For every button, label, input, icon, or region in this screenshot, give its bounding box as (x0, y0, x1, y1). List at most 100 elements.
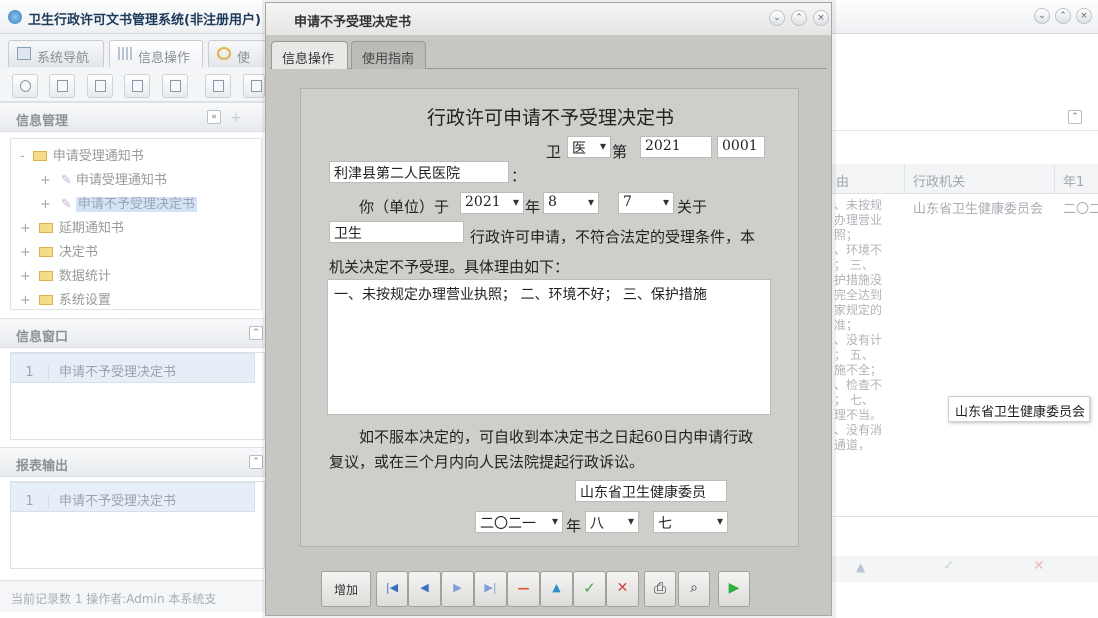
reason-line: ； 七、 (834, 393, 874, 407)
folder-icon (38, 271, 53, 281)
print-button[interactable]: ⎙ (644, 571, 676, 607)
edit-button[interactable]: ▲ (540, 571, 573, 607)
sign-year-select[interactable]: 二〇二一 (475, 511, 563, 533)
export-tool-button[interactable] (205, 74, 231, 98)
check-icon[interactable]: ✓ (943, 558, 955, 574)
tree-item-extension-notice[interactable]: + 延期通知书 (20, 217, 124, 236)
reason-line: ； 五、 (834, 348, 874, 362)
tree-item-apply-notice[interactable]: + ✎ 申请受理通知书 (40, 169, 167, 188)
tab-guide[interactable]: 使用指南 (351, 41, 426, 69)
grid-icon (118, 47, 132, 60)
col-header-agency: 行政机关 (913, 175, 966, 190)
table-cell-agency: 山东省卫生健康委员会 (913, 202, 1044, 217)
status-bar: 当前记录数 1 操作者:Admin 本系统支 (0, 580, 265, 612)
collapse-up-icon[interactable]: ⌃ (249, 455, 263, 469)
up-icon: ▲ (552, 581, 561, 594)
export-icon (213, 80, 224, 92)
maximize-icon[interactable]: ⌃ (1055, 8, 1071, 24)
folder-icon (38, 247, 53, 257)
close-icon[interactable]: × (1076, 8, 1092, 24)
collapse-up-icon[interactable]: ⌃ (249, 326, 263, 340)
printer-icon (251, 80, 262, 92)
minimize-icon[interactable]: ⌄ (1034, 8, 1050, 24)
list-tool-button[interactable] (49, 74, 75, 98)
sign-month-select[interactable]: 八 (585, 511, 639, 533)
minus-icon: — (517, 581, 530, 595)
add-icon[interactable]: + (230, 110, 242, 126)
next-record-button[interactable]: ▶ (441, 571, 474, 607)
sentence-line-1: 行政许可申请，不符合法定的受理条件，本 (470, 228, 756, 246)
divider (904, 164, 905, 194)
tool-icon: ✎ (60, 173, 72, 188)
tooltip: 山东省卫生健康委员会 (948, 396, 1090, 422)
reason-line: 完全达到 (834, 288, 883, 302)
reasons-textarea[interactable]: 一、未按规定办理营业执照； 二、环境不好； 三、保护措施 (327, 279, 771, 415)
type-select[interactable]: 医 (567, 136, 611, 158)
delete-button[interactable]: — (507, 571, 540, 607)
tree-item-reject-decision[interactable]: + ✎ 申请不予受理决定书 (40, 193, 197, 212)
search-tool-button[interactable] (12, 74, 38, 98)
doc-year-input[interactable]: 2021 (640, 136, 712, 158)
cancel-button[interactable]: ✕ (606, 571, 639, 607)
applicant-input[interactable]: 利津县第二人民医院 (329, 161, 509, 183)
table-cell-reason: 、未按规 办理营业 照； 、环境不； 三、 护措施没 完全达到 家规定的 准； 、没有计； 五、… (834, 198, 904, 453)
list-item[interactable]: 1 申请不予受理决定书 (10, 353, 255, 383)
tree-item-apply-notice-group[interactable]: - 申请受理通知书 (20, 145, 144, 164)
last-record-button[interactable]: ▶| (474, 571, 507, 607)
apply-year-select[interactable]: 2021 (460, 192, 524, 214)
doc-seq-input[interactable]: 0001 (717, 136, 765, 158)
tab-info-ops[interactable]: 信息操作 (109, 40, 203, 67)
apply-month-select[interactable]: 8 (543, 192, 599, 214)
cross-icon: ✕ (616, 580, 629, 596)
preview-button[interactable]: ⌕ (678, 571, 710, 607)
prefix-label: 卫 (546, 143, 562, 161)
tab-system-nav[interactable]: 系统导航 (8, 40, 104, 67)
tree-item-settings[interactable]: + 系统设置 (20, 289, 111, 308)
tree-item-statistics[interactable]: + 数据统计 (20, 265, 111, 284)
close-icon[interactable]: × (813, 10, 829, 26)
reason-line: 办理营业 (834, 213, 883, 227)
reason-line: 护措施没 (834, 273, 883, 287)
run-button[interactable]: ▶ (718, 571, 750, 607)
col-header-reason: 由 (836, 175, 850, 190)
maximize-icon[interactable]: ⌃ (791, 10, 807, 26)
window-tool-button[interactable] (162, 74, 188, 98)
doc-tool-button[interactable] (87, 74, 113, 98)
preview-icon: ⌕ (690, 580, 698, 596)
report-output-header: 报表输出 (0, 447, 265, 477)
move-up-icon[interactable]: ▲ (856, 560, 865, 574)
reason-line: 、环境不 (834, 243, 883, 257)
prev-record-button[interactable]: ◀ (408, 571, 441, 607)
right-toolbar (832, 556, 1098, 582)
document-title: 行政许可申请不予受理决定书 (426, 107, 674, 129)
search-icon (20, 80, 31, 92)
minimize-icon[interactable]: ⌄ (769, 10, 785, 26)
notice-line-1: 如不服本决定的，可自收到本决定书之日起60日内申请行政 (359, 428, 754, 446)
add-button[interactable]: 增加 (321, 571, 371, 607)
clock-icon (217, 47, 231, 60)
collapse-left-icon[interactable]: « (207, 110, 221, 124)
first-record-button[interactable]: |◀ (376, 571, 408, 607)
apply-day-select[interactable]: 7 (618, 192, 674, 214)
reason-line: 、未按规 (834, 198, 883, 212)
tool-icon: ✎ (60, 197, 72, 212)
tab-usage[interactable]: 使用 (208, 40, 268, 85)
tree-item-decision[interactable]: + 决定书 (20, 241, 98, 260)
sign-day-select[interactable]: 七 (653, 511, 728, 533)
info-mgmt-header: 信息管理 (0, 102, 265, 132)
tab-info-ops[interactable]: 信息操作 (271, 41, 348, 69)
license-item-input[interactable]: 卫生 (329, 221, 464, 243)
users-tool-button[interactable] (124, 74, 150, 98)
list-icon (57, 80, 68, 92)
reason-line: 家规定的 (834, 303, 883, 317)
first-icon: |◀ (385, 581, 399, 594)
reason-line: 施不全； (834, 363, 883, 377)
folder-icon (38, 295, 53, 305)
collapse-up-icon[interactable]: ⌃ (1068, 110, 1082, 124)
save-button[interactable]: ✓ (573, 571, 606, 607)
cancel-icon[interactable]: ✕ (1033, 558, 1045, 574)
list-item[interactable]: 1 申请不予受理决定书 (10, 482, 255, 512)
prev-icon: ◀ (420, 581, 429, 594)
agency-input[interactable]: 山东省卫生健康委员 (575, 480, 727, 502)
folder-icon (38, 223, 53, 233)
